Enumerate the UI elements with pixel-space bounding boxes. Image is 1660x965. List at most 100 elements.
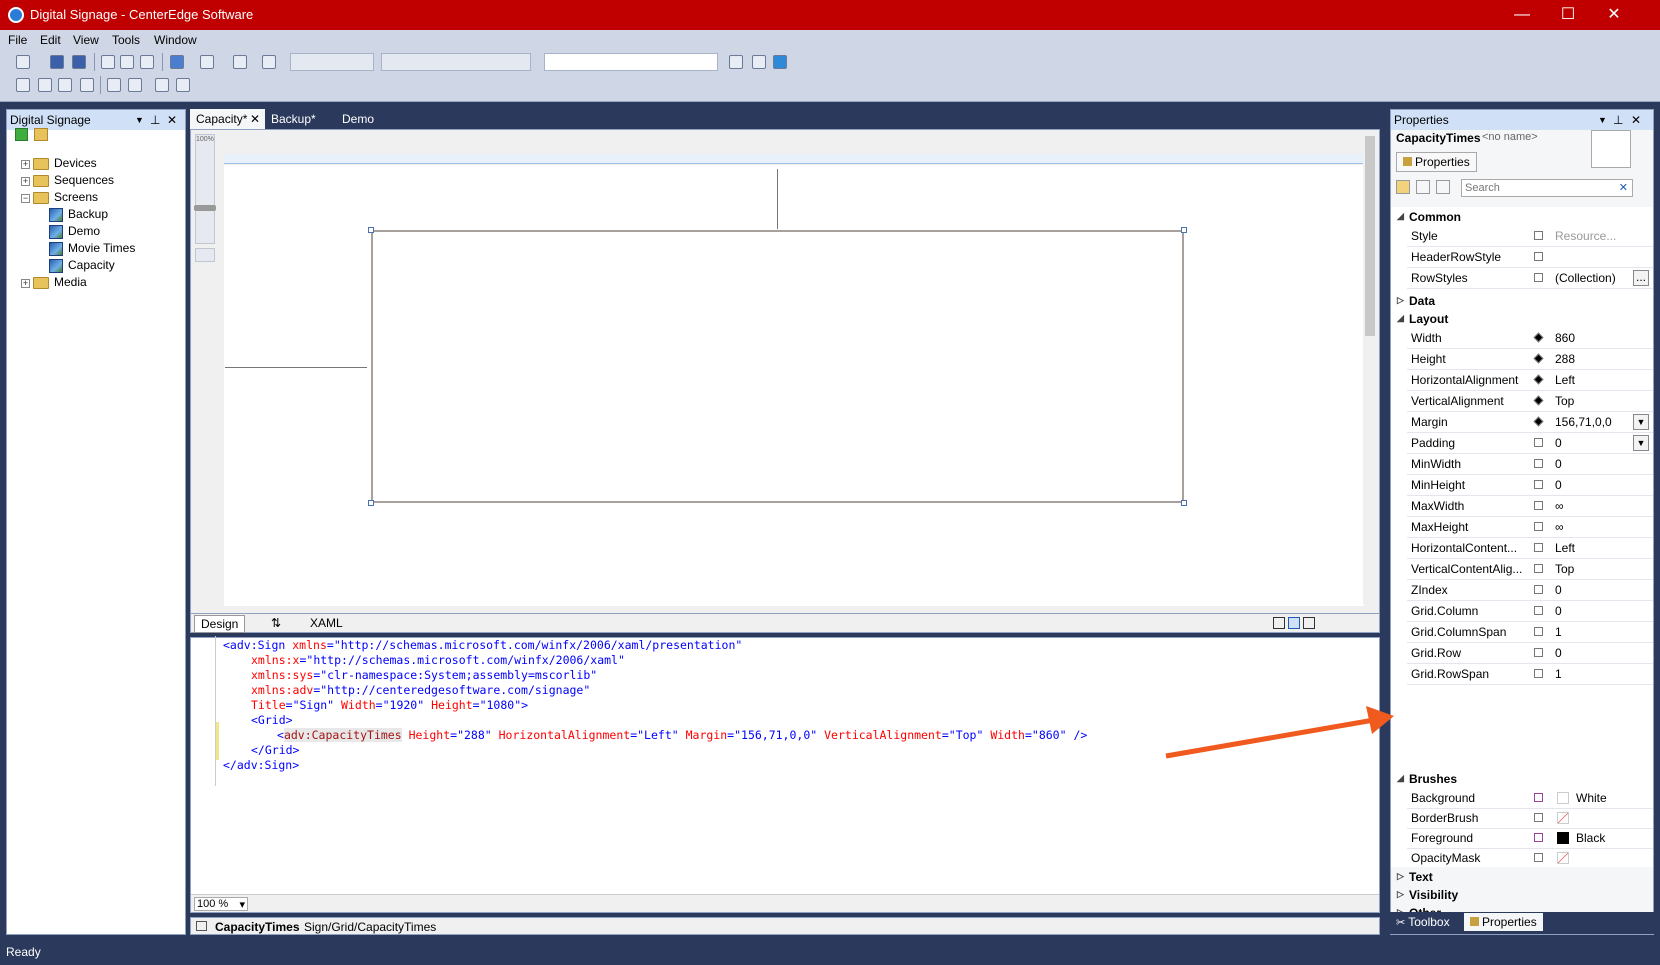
close-button[interactable]: ✕ bbox=[1591, 0, 1637, 30]
prop-height[interactable]: Height 288 bbox=[1391, 349, 1653, 370]
properties-button[interactable]: Properties bbox=[1396, 152, 1477, 172]
tree-item-screens[interactable]: − Screens bbox=[21, 189, 98, 205]
prop-value[interactable]: ∞ bbox=[1555, 520, 1564, 534]
tree-item-capacity[interactable]: Capacity bbox=[49, 257, 115, 273]
prop-value[interactable]: 0 bbox=[1555, 457, 1562, 471]
refresh-icon[interactable] bbox=[15, 128, 28, 141]
prop-maxheight[interactable]: MaxHeight ∞ bbox=[1391, 517, 1653, 538]
prop-foreground[interactable]: Foreground Black bbox=[1391, 828, 1653, 849]
xaml-editor[interactable]: <adv:Sign xmlns="http://schemas.microsof… bbox=[190, 636, 1380, 913]
property-marker-icon[interactable] bbox=[1533, 353, 1544, 364]
vertical-scrollbar[interactable] bbox=[1363, 134, 1377, 604]
prop-value[interactable]: 0 bbox=[1555, 583, 1562, 597]
menu-edit[interactable]: Edit bbox=[40, 33, 61, 47]
prop-opacitymask[interactable]: OpacityMask bbox=[1391, 848, 1653, 869]
category-data[interactable]: ▷ Data bbox=[1391, 291, 1653, 310]
cut-icon[interactable] bbox=[101, 55, 115, 69]
toolbar-combo-1[interactable] bbox=[290, 53, 374, 71]
prop-value[interactable]: 1 bbox=[1555, 625, 1562, 639]
navigate-icon[interactable] bbox=[233, 55, 247, 69]
tree-item-movie-times[interactable]: Movie Times bbox=[49, 240, 135, 256]
sort-az-icon[interactable] bbox=[1416, 180, 1430, 194]
prop-maxwidth[interactable]: MaxWidth ∞ bbox=[1391, 496, 1653, 517]
tab-close-icon[interactable]: ✕ bbox=[250, 109, 260, 129]
scroll-thumb[interactable] bbox=[1365, 136, 1375, 336]
capacity-times-element[interactable] bbox=[368, 227, 1187, 506]
new-folder-icon[interactable] bbox=[34, 128, 48, 141]
tree-item-media[interactable]: + Media bbox=[21, 274, 87, 290]
prop-minheight[interactable]: MinHeight 0 bbox=[1391, 475, 1653, 496]
undo-icon[interactable] bbox=[170, 55, 184, 69]
swap-panes-icon[interactable]: ⇅ bbox=[271, 616, 281, 630]
properties-tab[interactable]: Properties bbox=[1464, 913, 1543, 931]
copy-icon[interactable] bbox=[120, 55, 134, 69]
comment-icon[interactable] bbox=[155, 78, 169, 92]
prop-value[interactable]: 0 bbox=[1555, 604, 1562, 618]
prop-value[interactable]: Top bbox=[1555, 394, 1574, 408]
breadcrumb-element[interactable]: CapacityTimes bbox=[215, 920, 300, 934]
prop-borderbrush[interactable]: BorderBrush bbox=[1391, 808, 1653, 829]
property-marker-icon[interactable] bbox=[1534, 564, 1543, 573]
prop-value[interactable]: 0 bbox=[1555, 478, 1562, 492]
select-pointer-icon[interactable] bbox=[58, 78, 72, 92]
tree-item-devices[interactable]: + Devices bbox=[21, 155, 97, 171]
pin-icon[interactable]: ⊥ bbox=[1613, 110, 1623, 130]
redo-icon[interactable] bbox=[200, 55, 214, 69]
tab-capacity[interactable]: Capacity* ✕ bbox=[190, 109, 265, 129]
new-icon[interactable] bbox=[16, 55, 30, 69]
tab-demo[interactable]: Demo bbox=[336, 109, 380, 129]
category-brushes[interactable]: ◢ Brushes bbox=[1391, 769, 1653, 788]
align-center-icon[interactable] bbox=[38, 78, 52, 92]
property-marker-icon[interactable] bbox=[1533, 395, 1544, 406]
uncomment-icon[interactable] bbox=[176, 78, 190, 92]
prop-style[interactable]: Style Resource... bbox=[1391, 226, 1653, 247]
split-horizontal-icon[interactable] bbox=[1288, 617, 1300, 629]
prop-value[interactable]: 860 bbox=[1555, 331, 1575, 345]
prop-zindex[interactable]: ZIndex 0 bbox=[1391, 580, 1653, 601]
property-marker-icon[interactable] bbox=[1533, 416, 1544, 427]
prop-value[interactable]: Left bbox=[1555, 541, 1575, 555]
name-field[interactable]: <no name> bbox=[1482, 131, 1538, 143]
menu-tools[interactable]: Tools bbox=[112, 33, 140, 47]
indent-icon[interactable] bbox=[107, 78, 121, 92]
save-icon[interactable] bbox=[50, 55, 64, 69]
toolbar-combo-3[interactable] bbox=[544, 53, 718, 71]
prop-width[interactable]: Width 860 bbox=[1391, 328, 1653, 349]
properties-window-icon[interactable] bbox=[729, 55, 743, 69]
fit-view-icon[interactable] bbox=[195, 248, 215, 262]
prop-value[interactable]: 0 bbox=[1555, 436, 1562, 450]
minimize-button[interactable]: — bbox=[1499, 0, 1545, 30]
save-all-icon[interactable] bbox=[72, 55, 86, 69]
tools-icon[interactable] bbox=[752, 55, 766, 69]
toolbox-tab[interactable]: ✂ Toolbox bbox=[1396, 915, 1450, 929]
tree-item-backup[interactable]: Backup bbox=[49, 206, 108, 222]
prop-value[interactable]: 1 bbox=[1555, 667, 1562, 681]
prop-verticalalignment[interactable]: VerticalAlignment Top bbox=[1391, 391, 1653, 412]
prop-background[interactable]: Background White bbox=[1391, 788, 1653, 809]
empty-brush-swatch[interactable] bbox=[1557, 812, 1569, 824]
zoom-combo[interactable]: 100 % ▾ bbox=[194, 897, 248, 911]
resize-handle[interactable] bbox=[1181, 227, 1187, 233]
prop-value[interactable]: ∞ bbox=[1555, 499, 1564, 513]
color-swatch[interactable] bbox=[1557, 792, 1569, 804]
prop-verticalcontentalig[interactable]: VerticalContentAlig... Top bbox=[1391, 559, 1653, 580]
tree-item-demo[interactable]: Demo bbox=[49, 223, 100, 239]
expand-dropdown-icon[interactable]: ▼ bbox=[1633, 435, 1649, 451]
property-marker-icon[interactable] bbox=[1533, 374, 1544, 385]
property-marker-icon[interactable] bbox=[1534, 543, 1543, 552]
resize-handle[interactable] bbox=[368, 500, 374, 506]
property-marker-icon[interactable] bbox=[1534, 522, 1543, 531]
expand-icon[interactable]: + bbox=[21, 279, 30, 288]
categorized-icon[interactable] bbox=[1396, 180, 1410, 194]
resize-handle[interactable] bbox=[1181, 500, 1187, 506]
expand-icon[interactable]: + bbox=[21, 160, 30, 169]
collection-editor-button[interactable]: ... bbox=[1633, 270, 1649, 286]
find-icon[interactable] bbox=[262, 55, 276, 69]
panel-close-icon[interactable]: ✕ bbox=[1631, 110, 1641, 130]
property-marker-icon[interactable] bbox=[1534, 669, 1543, 678]
property-marker-icon[interactable] bbox=[1534, 585, 1543, 594]
collapse-pane-icon[interactable] bbox=[1303, 617, 1315, 629]
property-marker-icon[interactable] bbox=[1534, 501, 1543, 510]
category-common[interactable]: ◢ Common bbox=[1391, 207, 1653, 226]
toolbar-combo-2[interactable] bbox=[381, 53, 531, 71]
